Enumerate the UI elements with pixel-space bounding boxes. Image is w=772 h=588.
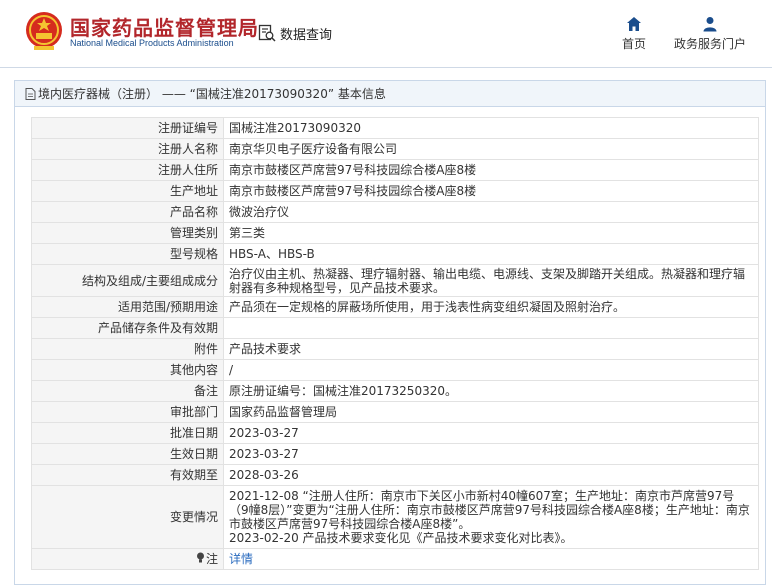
table-row: 备注 原注册证编号：国械注准20173250320。: [31, 380, 759, 402]
field-value: 2028-03-26: [223, 464, 759, 486]
table-row: 管理类别 第三类: [31, 222, 759, 244]
field-label: 生效日期: [31, 443, 224, 465]
note-label-cell: 注: [31, 548, 224, 570]
field-value: 第三类: [223, 222, 759, 244]
nav-service-label: 政务服务门户: [673, 37, 746, 51]
field-label: 生产地址: [31, 180, 224, 202]
change-entry: 2023-02-20 产品技术要求变化见《产品技术要求变化对比表》。: [229, 531, 573, 545]
home-icon: [627, 17, 641, 31]
field-label: 产品储存条件及有效期: [31, 317, 224, 339]
table-row: 附件 产品技术要求: [31, 338, 759, 360]
detail-panel: 境内医疗器械（注册） —— “国械注准20173090320” 基本信息 注册证…: [14, 80, 766, 585]
table-row: 注册人住所 南京市鼓楼区芦席营97号科技园综合楼A座8楼: [31, 159, 759, 181]
search-document-icon: [258, 24, 276, 42]
table-row: 结构及组成/主要组成成分 治疗仪由主机、热凝器、理疗辐射器、输出电缆、电源线、支架…: [31, 264, 759, 297]
field-label: 管理类别: [31, 222, 224, 244]
field-label: 注册人住所: [31, 159, 224, 181]
field-value: 产品须在一定规格的屏蔽场所使用，用于浅表性病变组织凝固及照射治疗。: [223, 296, 759, 318]
site-header: 国家药品监督管理局 National Medical Products Admi…: [0, 0, 772, 68]
table-row: 有效期至 2028-03-26: [31, 464, 759, 486]
field-value: 治疗仪由主机、热凝器、理疗辐射器、输出电缆、电源线、支架及脚踏开关组成。热凝器和…: [223, 264, 759, 297]
field-label: 适用范围/预期用途: [31, 296, 224, 318]
user-icon: [703, 17, 717, 32]
table-row: 注册证编号 国械注准20173090320: [31, 117, 759, 139]
field-value: HBS-A、HBS-B: [223, 243, 759, 265]
field-value: 原注册证编号：国械注准20173250320。: [223, 380, 759, 402]
field-label: 有效期至: [31, 464, 224, 486]
field-value: 国械注准20173090320: [223, 117, 759, 139]
field-label: 批准日期: [31, 422, 224, 444]
nav-home-label: 首页: [621, 37, 646, 51]
field-label: 注册证编号: [31, 117, 224, 139]
note-row: 注 详情: [31, 548, 759, 570]
details-link[interactable]: 详情: [229, 552, 253, 566]
field-label: 变更情况: [31, 485, 224, 549]
national-emblem-icon: [26, 12, 62, 50]
table-row: 审批部门 国家药品监督管理局: [31, 401, 759, 423]
field-value: 南京市鼓楼区芦席营97号科技园综合楼A座8楼: [223, 159, 759, 181]
field-value: /: [223, 359, 759, 381]
note-value: 详情: [223, 548, 759, 570]
table-row: 生产地址 南京市鼓楼区芦席营97号科技园综合楼A座8楼: [31, 180, 759, 202]
data-query-link[interactable]: 数据查询: [258, 22, 332, 44]
table-row: 产品名称 微波治疗仪: [31, 201, 759, 223]
table-row: 型号规格 HBS-A、HBS-B: [31, 243, 759, 265]
note-label: 注: [205, 552, 218, 566]
field-value: 南京市鼓楼区芦席营97号科技园综合楼A座8楼: [223, 180, 759, 202]
change-history-row: 变更情况 2021-12-08 “注册人住所：南京市下关区小市新村40幢607室…: [31, 485, 759, 549]
site-subtitle: National Medical Products Administration: [70, 38, 234, 48]
document-icon: [25, 87, 36, 100]
field-label: 型号规格: [31, 243, 224, 265]
table-row: 注册人名称 南京华贝电子医疗设备有限公司: [31, 138, 759, 160]
nav-service-portal[interactable]: 政务服务门户: [670, 16, 750, 52]
table-row: 适用范围/预期用途 产品须在一定规格的屏蔽场所使用，用于浅表性病变组织凝固及照射治…: [31, 296, 759, 318]
table-row: 产品储存条件及有效期: [31, 317, 759, 339]
lightbulb-icon: [196, 552, 204, 563]
change-entry: 2021-12-08 “注册人住所：南京市下关区小市新村40幢607室；生产地址…: [229, 489, 750, 531]
field-label: 产品名称: [31, 201, 224, 223]
field-label: 附件: [31, 338, 224, 360]
field-label: 结构及组成/主要组成成分: [31, 264, 224, 297]
site-title: 国家药品监督管理局: [70, 16, 259, 40]
change-history-value: 2021-12-08 “注册人住所：南京市下关区小市新村40幢607室；生产地址…: [223, 485, 759, 549]
field-value: 2023-03-27: [223, 443, 759, 465]
field-label: 备注: [31, 380, 224, 402]
data-query-label: 数据查询: [280, 27, 333, 43]
field-value: [223, 317, 759, 339]
table-row: 其他内容 /: [31, 359, 759, 381]
breadcrumb: 境内医疗器械（注册） —— “国械注准20173090320” 基本信息: [15, 81, 765, 107]
table-row: 生效日期 2023-03-27: [31, 443, 759, 465]
nav-home[interactable]: 首页: [614, 16, 654, 52]
table-row: 批准日期 2023-03-27: [31, 422, 759, 444]
field-label: 审批部门: [31, 401, 224, 423]
field-value: 国家药品监督管理局: [223, 401, 759, 423]
breadcrumb-text: 境内医疗器械（注册） —— “国械注准20173090320” 基本信息: [38, 87, 386, 101]
registration-info-table: 注册证编号 国械注准20173090320 注册人名称 南京华贝电子医疗设备有限公司…: [31, 117, 759, 570]
field-value: 南京华贝电子医疗设备有限公司: [223, 138, 759, 160]
field-label: 注册人名称: [31, 138, 224, 160]
field-label: 其他内容: [31, 359, 224, 381]
field-value: 2023-03-27: [223, 422, 759, 444]
field-value: 产品技术要求: [223, 338, 759, 360]
field-value: 微波治疗仪: [223, 201, 759, 223]
